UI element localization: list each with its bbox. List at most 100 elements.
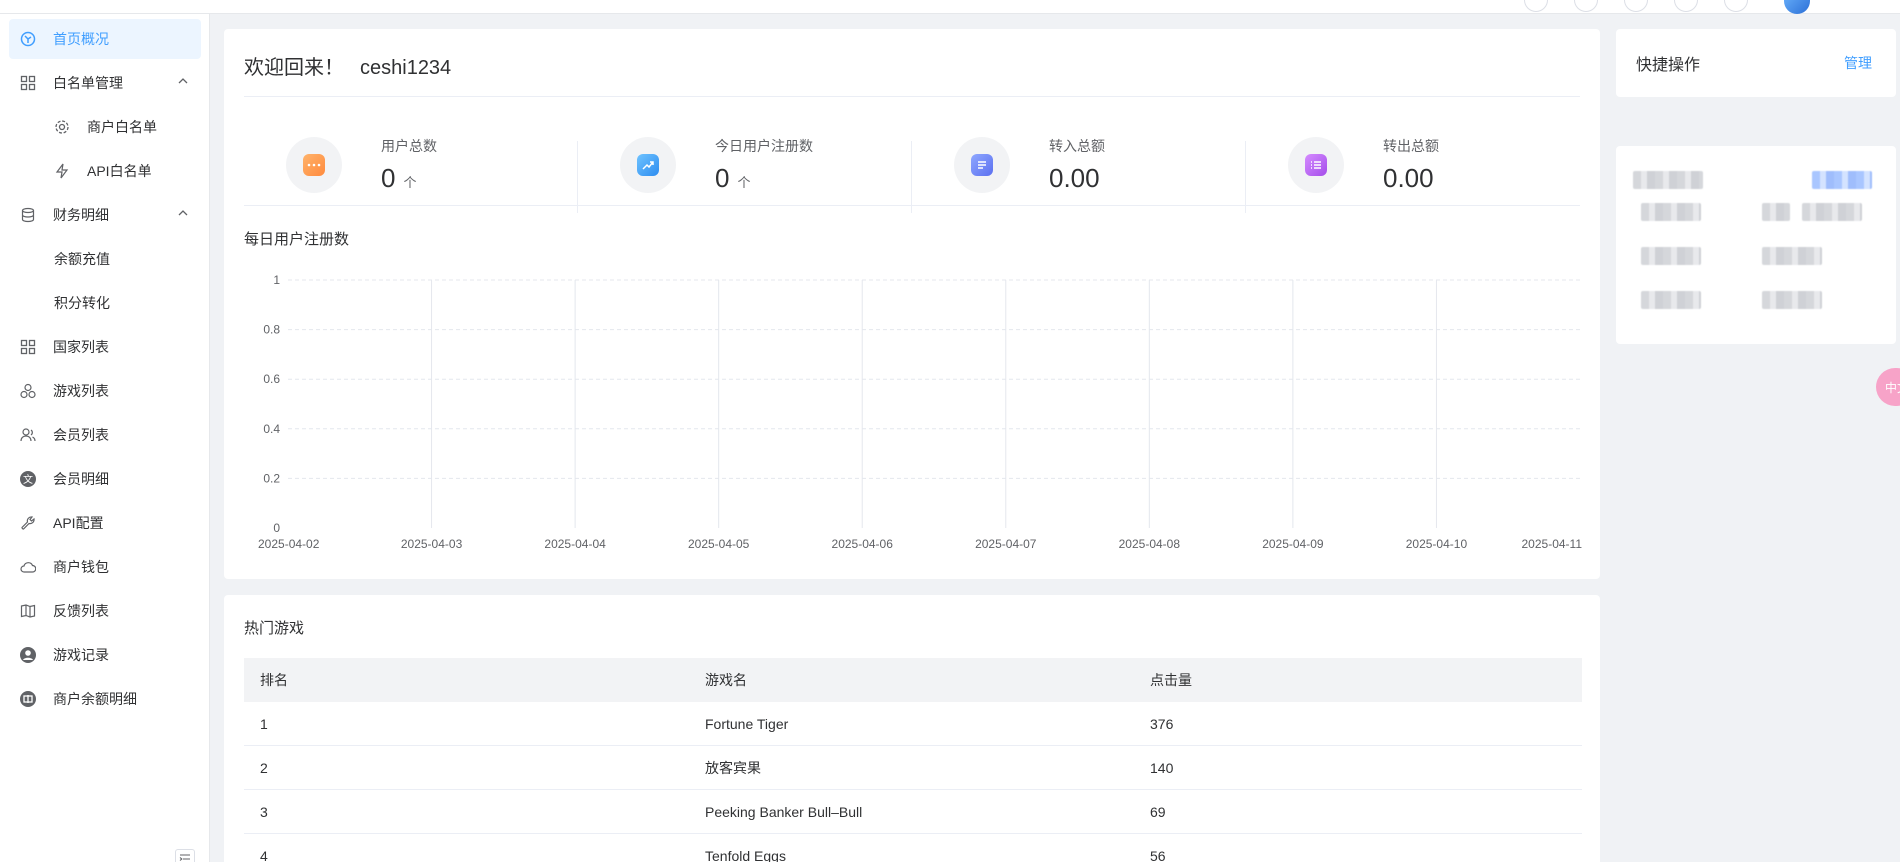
sidebar-item-game-records[interactable]: 游戏记录 xyxy=(9,635,201,675)
cloud-icon xyxy=(19,558,37,576)
sidebar-item-label: 财务明细 xyxy=(53,207,109,223)
redacted-text xyxy=(1641,203,1701,221)
sidebar-item-games[interactable]: 游戏列表 xyxy=(9,371,201,411)
x-tick-label: 2025-04-10 xyxy=(1406,537,1468,551)
shapes-icon xyxy=(19,382,37,400)
sidebar-item-label: 商户白名单 xyxy=(87,119,157,135)
cell-rank: 1 xyxy=(260,715,268,732)
sidebar-item-api-config[interactable]: API配置 xyxy=(9,503,201,543)
sidebar-item-feedback[interactable]: 反馈列表 xyxy=(9,591,201,631)
chevron-up-icon xyxy=(177,74,189,90)
top-header xyxy=(0,0,1900,14)
sidebar-item-finance[interactable]: 财务明细 xyxy=(9,195,201,235)
language-switch-tab[interactable]: 中文 xyxy=(1876,368,1900,406)
svg-text:文: 文 xyxy=(23,473,33,486)
table-row[interactable]: 3 Peeking Banker Bull–Bull 69 xyxy=(244,790,1582,834)
overview-card: 欢迎回来！ ceshi1234 用户总数 0个 今日用户注册数 0个 转入总额 0… xyxy=(224,29,1600,579)
sidebar-item-label: 游戏列表 xyxy=(53,383,109,399)
table-row[interactable]: 4 Tenfold Eggs 56 xyxy=(244,834,1582,862)
x-tick-label: 2025-04-03 xyxy=(401,537,463,551)
column-header-rank[interactable]: 排名 xyxy=(244,670,689,690)
sidebar-item-label: 商户余额明细 xyxy=(53,691,137,707)
y-tick-label: 0.8 xyxy=(263,323,280,337)
sidebar-item-label: 余额充值 xyxy=(54,251,110,267)
dashboard-icon xyxy=(19,30,37,48)
y-tick-label: 0.4 xyxy=(263,422,280,436)
redacted-text xyxy=(1762,247,1822,265)
sidebar-item-label: 会员明细 xyxy=(53,471,109,487)
sidebar-item-label: 国家列表 xyxy=(53,339,109,355)
sidebar-item-recharge[interactable]: 余额充值 xyxy=(9,239,201,279)
y-tick-label: 0.2 xyxy=(263,471,280,485)
x-tick-label: 2025-04-04 xyxy=(544,537,606,551)
coin-icon xyxy=(19,690,37,708)
sidebar-item-label: 首页概况 xyxy=(53,31,109,47)
cell-clicks: 140 xyxy=(1150,759,1174,776)
column-header-game-name[interactable]: 游戏名 xyxy=(689,670,1134,690)
redacted-text xyxy=(1802,203,1862,221)
redacted-text xyxy=(1641,291,1701,309)
book-icon xyxy=(19,602,37,620)
sidebar-item-whitelist[interactable]: 白名单管理 xyxy=(9,63,201,103)
cell-clicks: 69 xyxy=(1150,803,1166,820)
sidebar-item-merchant-balance[interactable]: 商户余额明细 xyxy=(9,679,201,719)
redacted-link[interactable] xyxy=(1812,171,1872,189)
cell-game-name: Peeking Banker Bull–Bull xyxy=(705,803,863,820)
sidebar-item-merchant-wallet[interactable]: 商户钱包 xyxy=(9,547,201,587)
users-icon xyxy=(19,426,37,444)
manage-link[interactable]: 管理 xyxy=(1844,53,1872,73)
hot-games-card: 热门游戏 排名 游戏名 点击量 1 Fortune Tiger 376 2 放客… xyxy=(224,595,1600,862)
x-tick-label: 2025-04-08 xyxy=(1119,537,1181,551)
cell-game-name: Tenfold Eggs xyxy=(705,847,786,862)
user-circle-icon xyxy=(19,646,37,664)
x-tick-label: 2025-04-05 xyxy=(688,537,750,551)
sidebar-item-label: 反馈列表 xyxy=(53,603,109,619)
cell-rank: 3 xyxy=(260,803,268,820)
x-tick-label: 2025-04-02 xyxy=(258,537,320,551)
avatar[interactable] xyxy=(1784,0,1810,14)
y-tick-label: 0 xyxy=(273,521,280,535)
header-icon-button[interactable] xyxy=(1624,0,1648,12)
menu-fold-icon xyxy=(179,854,190,861)
cell-rank: 4 xyxy=(260,847,268,862)
collapse-sidebar-button[interactable] xyxy=(175,849,195,862)
sidebar-item-label: API配置 xyxy=(53,515,104,531)
x-tick-label: 2025-04-06 xyxy=(832,537,894,551)
sidebar-item-home[interactable]: 首页概况 xyxy=(9,19,201,59)
sidebar-item-label: 白名单管理 xyxy=(53,75,123,91)
header-icon-button[interactable] xyxy=(1674,0,1698,12)
redacted-text xyxy=(1633,171,1703,189)
sidebar-item-countries[interactable]: 国家列表 xyxy=(9,327,201,367)
y-tick-label: 0.6 xyxy=(263,372,280,386)
sidebar: 首页概况 白名单管理 商户白名单 API白名单 财务明细 余额充值 积分转化 国… xyxy=(0,14,210,862)
cell-rank: 2 xyxy=(260,759,268,776)
sidebar-item-label: 游戏记录 xyxy=(53,647,109,663)
table-row[interactable]: 2 放客宾果 140 xyxy=(244,746,1582,790)
wrench-icon xyxy=(19,514,37,532)
sidebar-item-member-detail[interactable]: 文 会员明细 xyxy=(9,459,201,499)
gear-icon xyxy=(53,118,71,136)
hot-games-table: 排名 游戏名 点击量 1 Fortune Tiger 376 2 放客宾果 14… xyxy=(244,658,1582,862)
database-icon xyxy=(19,206,37,224)
x-tick-label: 2025-04-07 xyxy=(975,537,1037,551)
grid-icon xyxy=(19,338,37,356)
lightning-icon xyxy=(53,162,71,180)
sidebar-item-points-convert[interactable]: 积分转化 xyxy=(9,283,201,323)
x-tick-label: 2025-04-09 xyxy=(1262,537,1324,551)
column-header-clicks[interactable]: 点击量 xyxy=(1134,670,1582,690)
header-icon-button[interactable] xyxy=(1724,0,1748,12)
header-icon-button[interactable] xyxy=(1524,0,1548,12)
cell-game-name: 放客宾果 xyxy=(705,759,761,776)
table-row[interactable]: 1 Fortune Tiger 376 xyxy=(244,702,1582,746)
sidebar-item-members[interactable]: 会员列表 xyxy=(9,415,201,455)
blurred-info-card xyxy=(1616,146,1896,344)
redacted-text xyxy=(1641,247,1701,265)
sidebar-item-label: 会员列表 xyxy=(53,427,109,443)
x-tick-label: 2025-04-11 xyxy=(1522,537,1583,551)
sidebar-item-api-whitelist[interactable]: API白名单 xyxy=(9,151,201,191)
header-icon-button[interactable] xyxy=(1574,0,1598,12)
cell-clicks: 376 xyxy=(1150,715,1174,732)
member-detail-icon: 文 xyxy=(19,470,37,488)
sidebar-item-merchant-whitelist[interactable]: 商户白名单 xyxy=(9,107,201,147)
sidebar-item-label: API白名单 xyxy=(87,163,152,179)
